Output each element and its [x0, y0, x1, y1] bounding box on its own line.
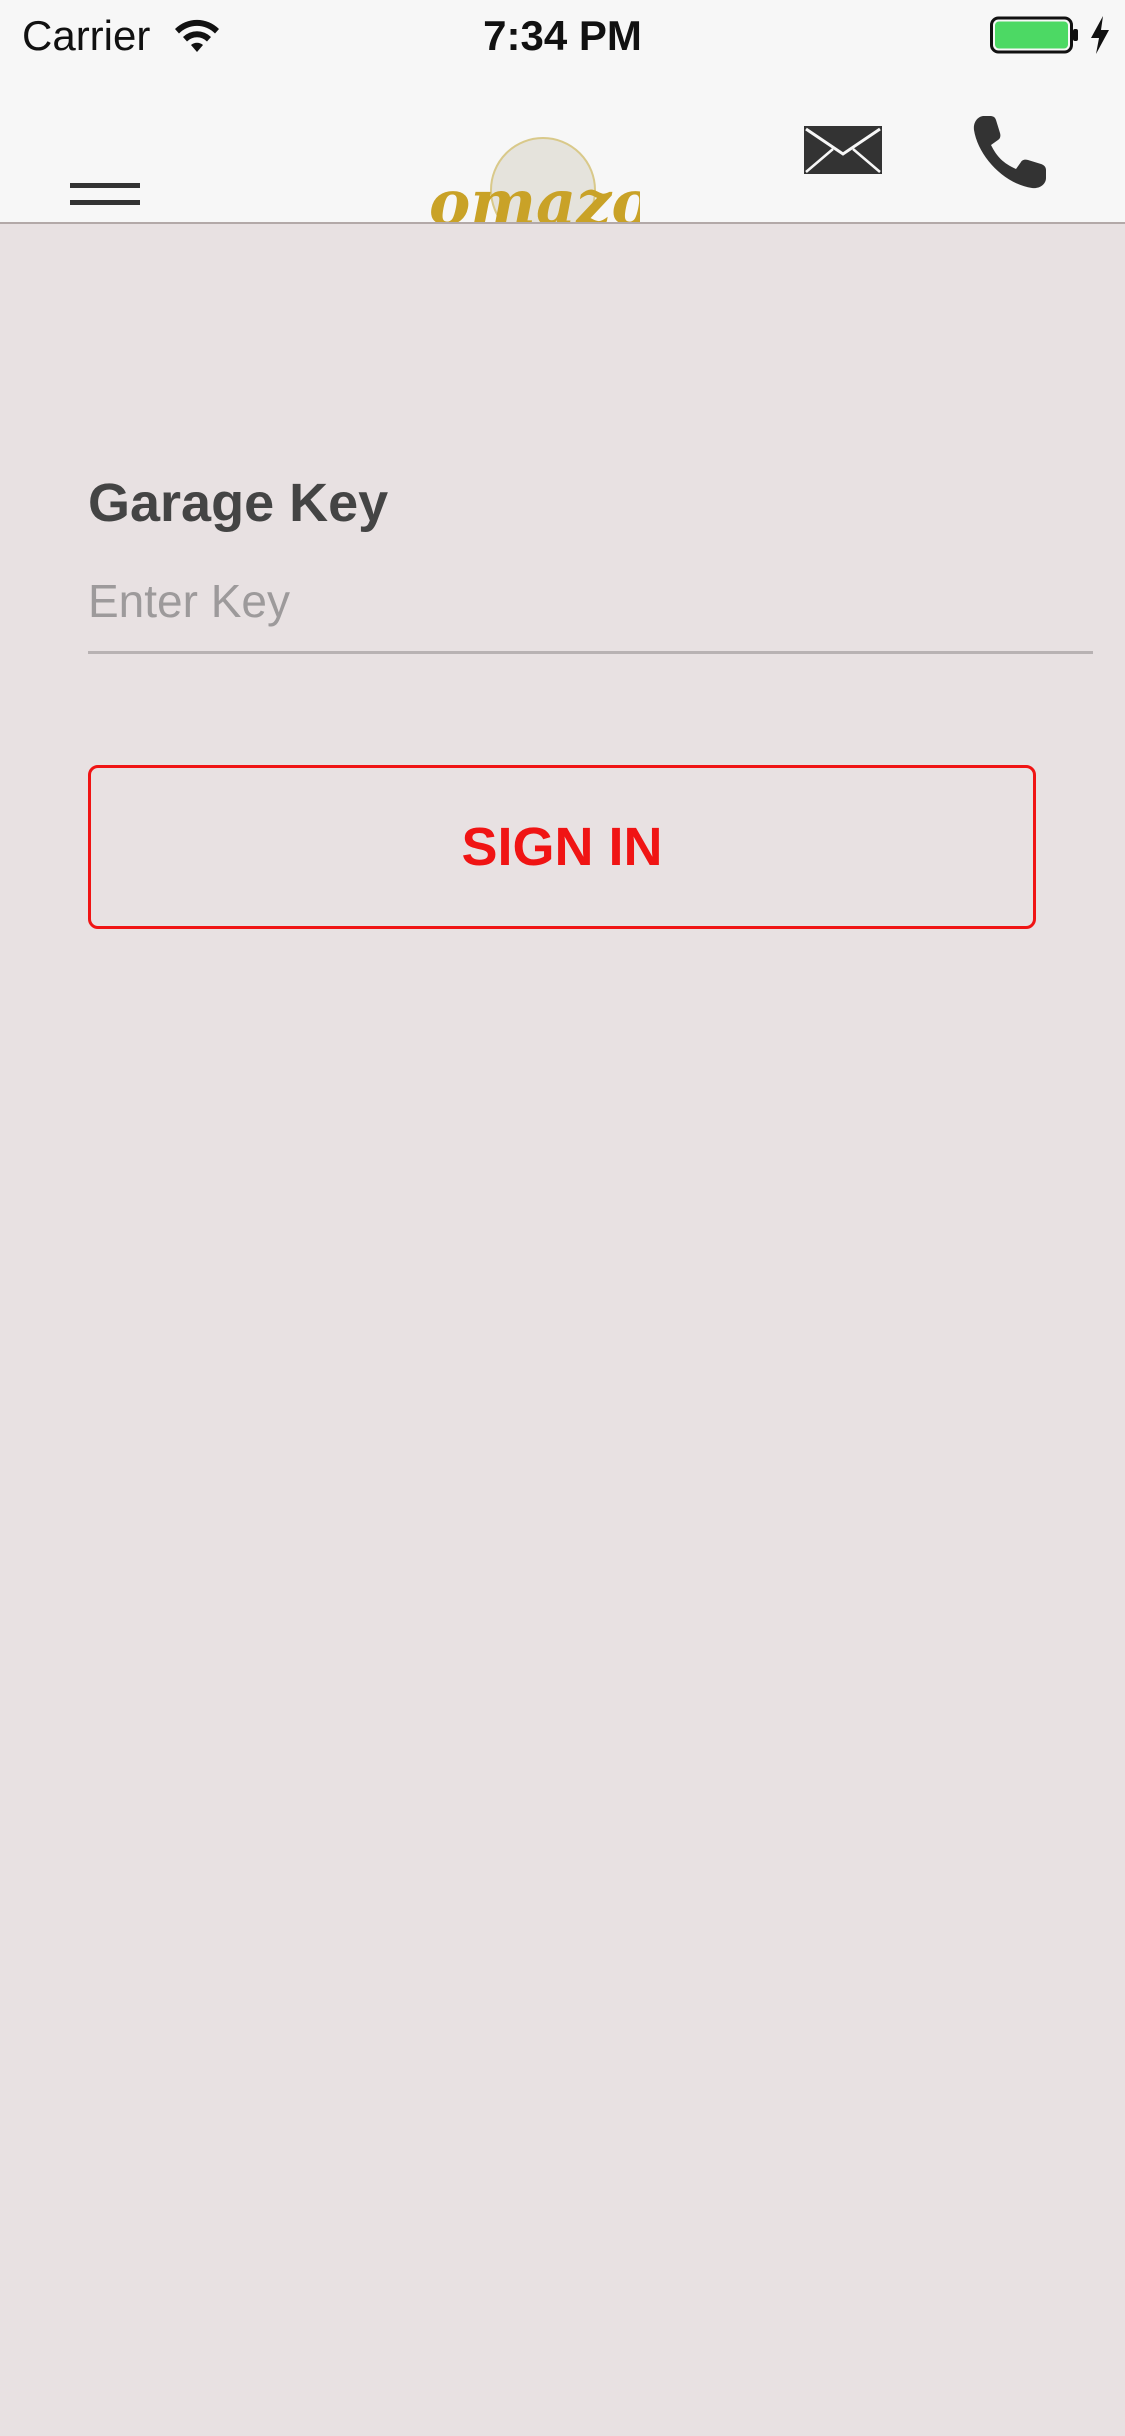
- mail-icon[interactable]: [800, 122, 886, 178]
- menu-icon[interactable]: [60, 172, 150, 222]
- battery-icon: [990, 16, 1078, 54]
- garage-key-input[interactable]: [88, 550, 1093, 654]
- status-time: 7:34 PM: [483, 12, 642, 59]
- sign-in-button[interactable]: SIGN IN: [88, 765, 1036, 929]
- logo-text: omazon: [429, 166, 640, 222]
- garage-key-label: Garage Key: [88, 473, 389, 533]
- app-logo: omazon: [425, 128, 640, 222]
- nav-bar: omazon: [0, 72, 1125, 224]
- status-bar: Carrier 7:34 PM: [0, 0, 1125, 72]
- phone-icon[interactable]: [970, 112, 1050, 192]
- charging-bolt-icon: [1091, 16, 1109, 54]
